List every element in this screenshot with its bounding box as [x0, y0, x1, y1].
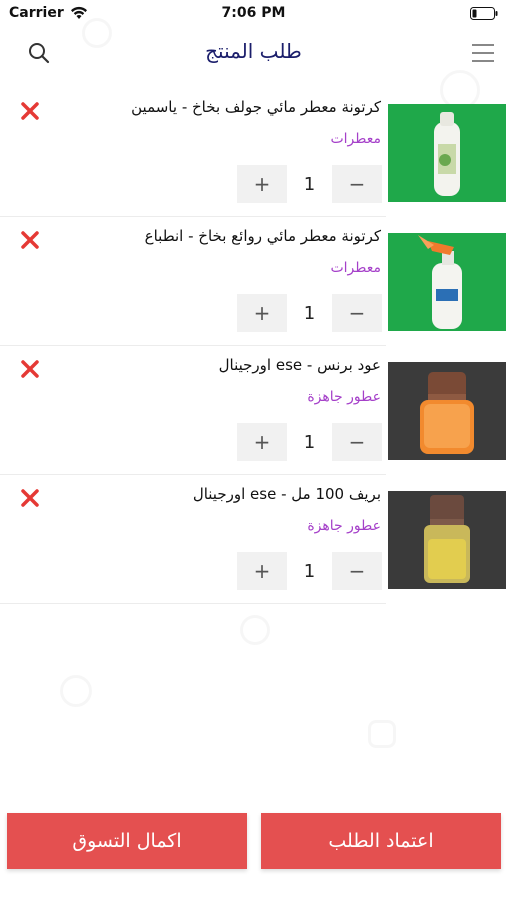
- increase-button[interactable]: +: [237, 423, 287, 461]
- nav-bar: طلب المنتج: [0, 28, 507, 78]
- cart-item: بريف 100 مل - ese اورجينال عطور جاهزة + …: [0, 475, 507, 604]
- quantity-stepper: + 1 −: [237, 423, 382, 461]
- cart-item: كرتونة معطر مائي روائع بخاخ - انطباع معط…: [0, 217, 507, 346]
- quantity-stepper: + 1 −: [237, 552, 382, 590]
- battery-icon: [470, 7, 498, 20]
- remove-icon[interactable]: [19, 358, 41, 380]
- quantity-value: 1: [303, 173, 316, 195]
- product-category[interactable]: عطور جاهزة: [307, 518, 381, 534]
- decrease-button[interactable]: −: [332, 294, 382, 332]
- product-category[interactable]: معطرات: [330, 131, 381, 147]
- increase-button[interactable]: +: [237, 165, 287, 203]
- product-name: كرتونة معطر مائي جولف بخاخ - ياسمين: [131, 98, 381, 116]
- page-title: طلب المنتج: [205, 39, 302, 63]
- product-image: [388, 362, 506, 460]
- background-decoration: [60, 675, 92, 707]
- background-decoration: [368, 720, 396, 748]
- remove-icon[interactable]: [19, 229, 41, 251]
- quantity-value: 1: [303, 560, 316, 582]
- product-image: [388, 233, 506, 331]
- increase-button[interactable]: +: [237, 294, 287, 332]
- product-name: عود برنس - ese اورجينال: [218, 356, 381, 374]
- quantity-value: 1: [303, 302, 316, 324]
- decrease-button[interactable]: −: [332, 165, 382, 203]
- product-image: [388, 104, 506, 202]
- product-name: كرتونة معطر مائي روائع بخاخ - انطباع: [144, 227, 381, 245]
- menu-icon[interactable]: [469, 40, 497, 66]
- background-decoration: [240, 615, 270, 645]
- cart-item: كرتونة معطر مائي جولف بخاخ - ياسمين معطر…: [0, 88, 507, 217]
- cart-list: كرتونة معطر مائي جولف بخاخ - ياسمين معطر…: [0, 88, 507, 604]
- continue-shopping-button[interactable]: اكمال التسوق: [7, 813, 247, 869]
- increase-button[interactable]: +: [237, 552, 287, 590]
- remove-icon[interactable]: [19, 487, 41, 509]
- product-name: بريف 100 مل - ese اورجينال: [192, 485, 381, 503]
- decrease-button[interactable]: −: [332, 552, 382, 590]
- product-category[interactable]: معطرات: [330, 260, 381, 276]
- status-bar: Carrier 7:06 PM: [0, 0, 507, 28]
- cart-item: عود برنس - ese اورجينال عطور جاهزة + 1 −: [0, 346, 507, 475]
- quantity-value: 1: [303, 431, 316, 453]
- product-category[interactable]: عطور جاهزة: [307, 389, 381, 405]
- quantity-stepper: + 1 −: [237, 294, 382, 332]
- quantity-stepper: + 1 −: [237, 165, 382, 203]
- confirm-order-button[interactable]: اعتماد الطلب: [261, 813, 501, 869]
- clock: 7:06 PM: [221, 5, 286, 21]
- remove-icon[interactable]: [19, 100, 41, 122]
- product-image: [388, 491, 506, 589]
- divider: [0, 603, 386, 604]
- decrease-button[interactable]: −: [332, 423, 382, 461]
